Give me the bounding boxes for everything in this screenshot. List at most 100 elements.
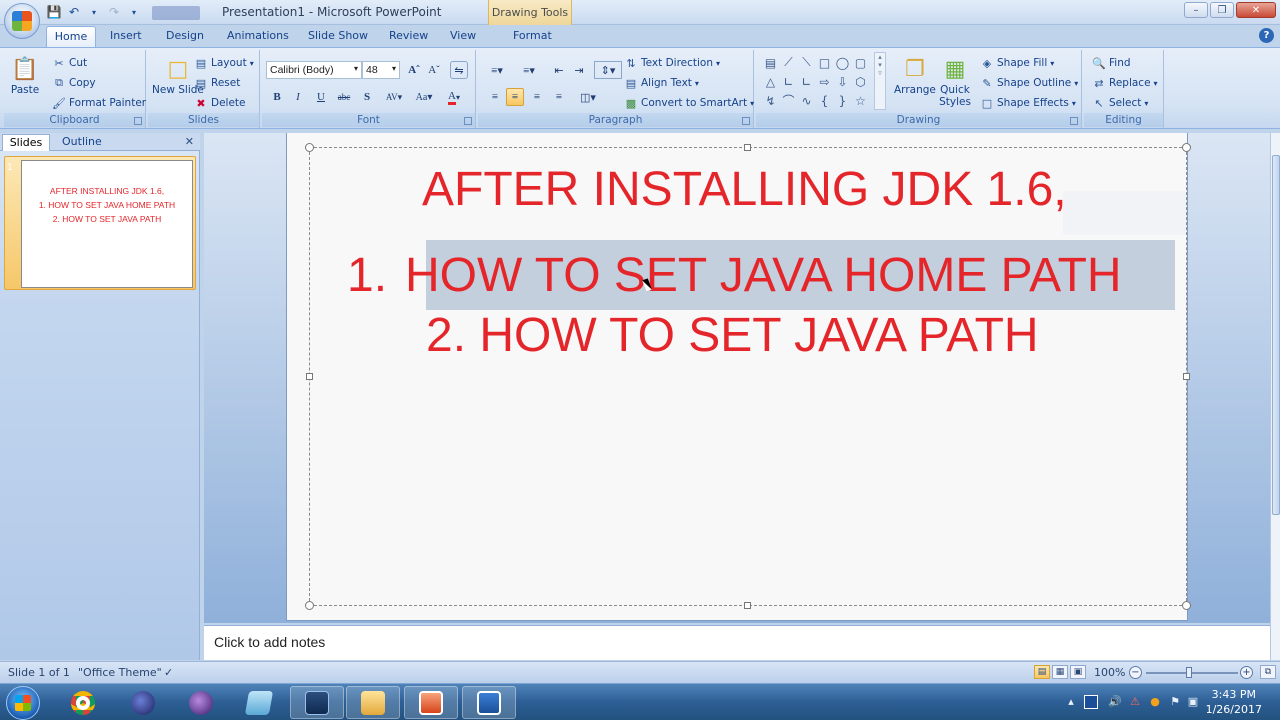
italic-icon[interactable]: I [289,88,307,106]
save-icon[interactable]: 💾 [46,4,62,20]
slide-canvas[interactable]: AFTER INSTALLING JDK 1.6, 1. HOW TO SET … [286,133,1191,621]
restore-button[interactable]: ❐ [1210,2,1234,18]
tray-app-icon[interactable] [1084,695,1098,709]
minimize-button[interactable]: – [1184,2,1208,18]
network-error-icon[interactable]: ⚠ [1128,695,1142,709]
zoom-slider-thumb[interactable] [1186,667,1192,678]
powerpoint-taskbar-button[interactable] [404,686,458,719]
paragraph-launcher-icon[interactable] [742,117,750,125]
select-button[interactable]: ↖ Select ▾ [1092,96,1148,110]
volume-icon[interactable]: 🔊 [1108,695,1122,709]
text-direction-button[interactable]: ⇅ Text Direction ▾ [624,56,720,70]
eclipse-alt-taskbar-button[interactable] [174,686,228,719]
slide-sorter-icon[interactable]: ▦ [1052,665,1068,679]
notes-pane[interactable]: Click to add notes [204,625,1270,660]
vertical-scrollbar[interactable] [1270,133,1280,660]
text-placeholder[interactable]: AFTER INSTALLING JDK 1.6, 1. HOW TO SET … [305,143,1191,610]
find-button[interactable]: 🔍 Find [1092,56,1130,70]
start-button[interactable] [6,686,40,720]
fit-to-window-icon[interactable]: ⧉ [1260,665,1276,679]
columns-icon[interactable]: ◫▾ [574,88,602,106]
drawing-launcher-icon[interactable] [1070,117,1078,125]
line-spacing-icon[interactable]: ⇕▾ [594,61,622,79]
text-box-shape-icon[interactable]: ▤ [762,54,779,71]
rounded-rect-shape-icon[interactable]: ▢ [852,54,869,71]
scrollbar-thumb[interactable] [1272,155,1280,515]
align-text-button[interactable]: ▤ Align Text ▾ [624,76,699,90]
undo-icon[interactable]: ↶ [66,4,82,20]
paste-button[interactable]: 📋 Paste [10,54,40,97]
resize-handle[interactable] [306,373,313,380]
oval-shape-icon[interactable]: ◯ [834,54,851,71]
notepad-taskbar-button[interactable] [232,686,286,719]
undo-dropdown-icon[interactable]: ▾ [86,4,102,20]
avast-icon[interactable]: ● [1148,695,1162,709]
line-shape-icon[interactable]: ⟍ [798,54,815,71]
slide-show-icon[interactable]: ▣ [1070,665,1086,679]
curve-shape-icon[interactable]: ↯ [762,92,779,109]
zoom-out-icon[interactable]: − [1129,666,1142,679]
help-icon[interactable]: ? [1259,28,1274,43]
tab-review[interactable]: Review [389,29,428,42]
font-launcher-icon[interactable] [464,117,472,125]
increase-indent-icon[interactable]: ⇥ [570,61,588,79]
cut-button[interactable]: ✂ Cut [52,56,87,70]
normal-view-icon[interactable]: ▤ [1034,665,1050,679]
monitor-icon[interactable]: ▣ [1186,695,1200,709]
tab-design[interactable]: Design [166,29,204,42]
brace-shape-icon[interactable]: } [834,92,851,109]
notes-placeholder[interactable]: Click to add notes [214,634,325,650]
delete-button[interactable]: ✖ Delete [194,96,245,110]
star-shape-icon[interactable]: ☆ [852,92,869,109]
elbow-connector-shape-icon[interactable]: ∟ [798,73,815,90]
eclipse-taskbar-button[interactable] [116,686,170,719]
character-spacing-icon[interactable]: AV▾ [380,88,408,106]
file-explorer-taskbar-button[interactable] [346,686,400,719]
tab-format[interactable]: Format [513,29,552,42]
brace-shape-icon[interactable]: { [816,92,833,109]
elbow-connector-shape-icon[interactable]: ∟ [780,73,797,90]
redo-icon[interactable]: ↷ [106,4,122,20]
tab-insert[interactable]: Insert [110,29,142,42]
arrange-button[interactable]: ❐ Arrange [894,54,936,97]
resize-handle[interactable] [1183,373,1190,380]
shapes-scroll[interactable]: ▴ ▾ ▿ [874,52,886,110]
rectangle-shape-icon[interactable]: □ [816,54,833,71]
bullets-icon[interactable]: ≡▾ [482,61,512,79]
spell-check-icon[interactable]: ✓ [164,666,173,679]
underline-icon[interactable]: U [312,88,330,106]
close-icon[interactable]: ✕ [185,135,194,148]
copy-button[interactable]: ⧉ Copy [52,76,96,90]
resize-handle[interactable] [305,601,314,610]
shape-outline-button[interactable]: ✎ Shape Outline ▾ [980,76,1078,90]
slide-thumbnail-item[interactable]: 1 AFTER INSTALLING JDK 1.6, 1. HOW TO SE… [4,156,196,290]
justify-icon[interactable]: ≡ [550,88,568,106]
reset-button[interactable]: ▤ Reset [194,76,241,90]
tab-home[interactable]: Home [46,26,96,47]
line-shape-icon[interactable]: ⟋ [780,54,797,71]
resize-handle[interactable] [744,144,751,151]
show-hidden-icons-icon[interactable]: ▴ [1064,695,1078,709]
zoom-level[interactable]: 100% [1094,666,1125,679]
triangle-shape-icon[interactable]: △ [762,73,779,90]
slide-thumbnail[interactable]: AFTER INSTALLING JDK 1.6, 1. HOW TO SET … [21,160,193,288]
align-left-icon[interactable]: ≡ [486,88,504,106]
chrome-taskbar-button[interactable] [56,686,110,719]
tab-animations[interactable]: Animations [227,29,289,42]
slide-line-3[interactable]: 2. HOW TO SET JAVA PATH [426,312,1039,360]
convert-smartart-button[interactable]: ▩ Convert to SmartArt ▾ [624,96,754,110]
format-painter-button[interactable]: 🖌 Format Painter [52,96,146,110]
arc-shape-icon[interactable]: ⌒ [780,92,797,109]
replace-button[interactable]: ⇄ Replace ▾ [1092,76,1157,90]
shrink-font-icon[interactable]: Aˇ [425,61,443,79]
font-color-icon[interactable]: A ▾ [440,88,468,106]
theme-status[interactable]: "Office Theme" [78,666,162,679]
shape-effects-button[interactable]: □ Shape Effects ▾ [980,96,1076,110]
slide-line-1[interactable]: AFTER INSTALLING JDK 1.6, [422,166,1067,214]
tab-slide-show[interactable]: Slide Show [308,29,368,42]
change-case-icon[interactable]: Aa▾ [410,88,438,106]
zoom-in-icon[interactable]: + [1240,666,1253,679]
tab-view[interactable]: View [450,29,476,42]
tab-slides[interactable]: Slides [2,134,50,151]
zoom-slider[interactable] [1146,672,1238,674]
